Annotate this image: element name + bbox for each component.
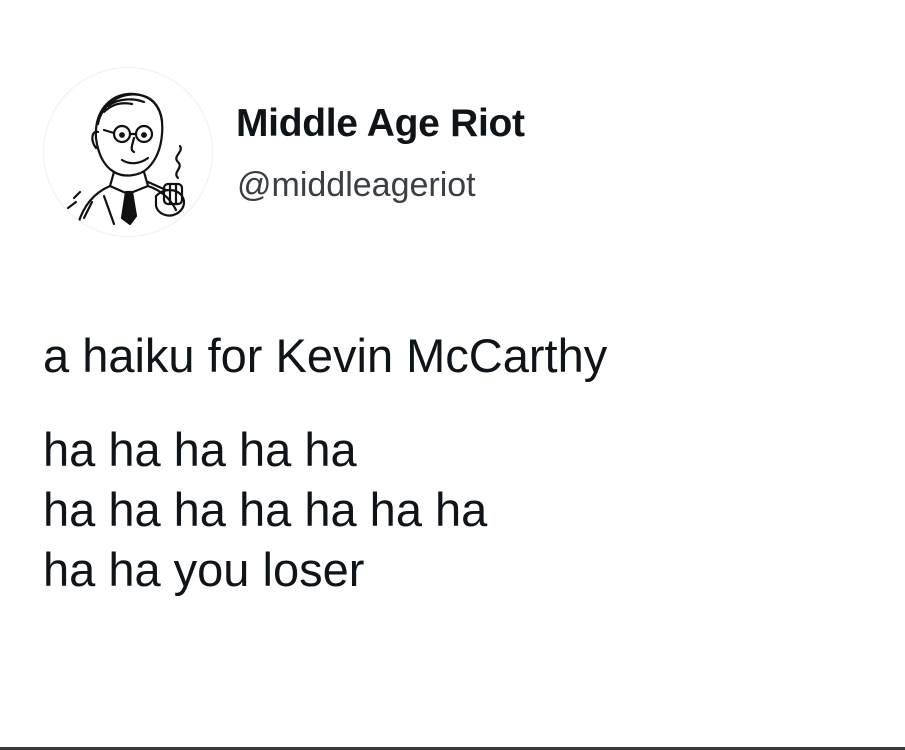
author-handle[interactable]: @middleageriot [237, 166, 476, 205]
tweet-intro: a haiku for Kevin McCarthy [43, 329, 608, 382]
author-display-name[interactable]: Middle Age Riot [236, 102, 525, 146]
avatar[interactable] [44, 68, 212, 236]
man-with-pipe-icon [66, 92, 194, 226]
haiku-line-2: ha ha ha ha ha ha ha [43, 483, 488, 536]
haiku-line-1: ha ha ha ha ha [43, 423, 357, 476]
tweet-text: a haiku for Kevin McCarthy ha ha ha ha h… [43, 326, 893, 600]
haiku-line-3: ha ha you loser [43, 543, 365, 596]
tweet-card: Middle Age Riot @middleageriot a haiku f… [0, 0, 905, 750]
